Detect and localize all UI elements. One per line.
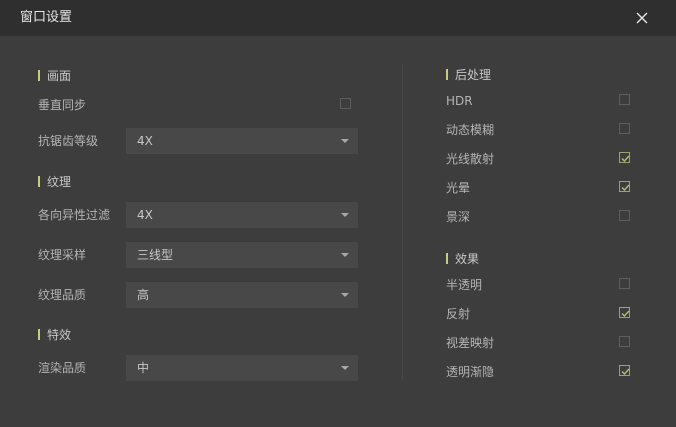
checkmark-icon xyxy=(621,184,630,192)
reflection-checkbox[interactable] xyxy=(619,307,630,318)
fx-item-label: 透明渐隐 xyxy=(446,365,495,379)
depth-of-field-checkbox[interactable] xyxy=(619,210,630,221)
parallax-mapping-checkbox[interactable] xyxy=(619,336,630,347)
caret-down-icon xyxy=(341,366,349,370)
anti-aliasing-value: 4X xyxy=(137,134,153,148)
vsync-checkbox[interactable] xyxy=(340,98,351,109)
render-quality-value: 中 xyxy=(137,361,150,375)
hdr-checkbox[interactable] xyxy=(619,94,630,105)
checkmark-icon xyxy=(621,155,630,163)
window-title: 窗口设置 xyxy=(20,10,73,25)
section-accent-bar xyxy=(446,253,448,264)
vsync-label: 垂直同步 xyxy=(38,98,87,112)
anti-aliasing-label: 抗锯齿等级 xyxy=(38,134,99,148)
anisotropic-filter-select[interactable]: 4X xyxy=(126,202,358,228)
close-button[interactable] xyxy=(632,8,652,28)
anisotropic-filter-label: 各向异性过滤 xyxy=(38,208,111,222)
section-accent-bar xyxy=(38,329,40,340)
bloom-checkbox[interactable] xyxy=(619,181,630,192)
alpha-fade-checkbox[interactable] xyxy=(619,365,630,376)
post-item-label: 景深 xyxy=(446,210,471,224)
section-effects-title: 特效 xyxy=(38,327,71,343)
texture-sampling-value: 三线型 xyxy=(137,248,174,262)
post-item-label: 光晕 xyxy=(446,181,471,195)
texture-quality-value: 高 xyxy=(137,288,150,302)
title-bar: 窗口设置 xyxy=(0,0,676,36)
motion-blur-checkbox[interactable] xyxy=(619,123,630,134)
anisotropic-filter-value: 4X xyxy=(137,208,153,222)
checkmark-icon xyxy=(621,368,630,376)
section-post-processing-title: 后处理 xyxy=(446,67,491,83)
caret-down-icon xyxy=(341,253,349,257)
post-item-label: 动态模糊 xyxy=(446,123,495,137)
section-accent-bar xyxy=(38,70,40,81)
texture-sampling-select[interactable]: 三线型 xyxy=(126,242,358,268)
caret-down-icon xyxy=(341,139,349,143)
texture-quality-select[interactable]: 高 xyxy=(126,282,358,308)
render-quality-select[interactable]: 中 xyxy=(126,355,358,381)
fx-item-label: 视差映射 xyxy=(446,336,495,350)
caret-down-icon xyxy=(341,213,349,217)
close-icon xyxy=(636,12,648,24)
column-divider xyxy=(402,64,403,380)
texture-quality-label: 纹理品质 xyxy=(38,288,87,302)
light-scattering-checkbox[interactable] xyxy=(619,152,630,163)
texture-sampling-label: 纹理采样 xyxy=(38,248,87,262)
section-texture-title: 纹理 xyxy=(38,174,71,190)
fx-item-label: 半透明 xyxy=(446,278,483,292)
section-accent-bar xyxy=(38,176,40,187)
checkmark-icon xyxy=(621,310,630,318)
fx-item-label: 反射 xyxy=(446,307,471,321)
translucency-checkbox[interactable] xyxy=(619,278,630,289)
post-item-label: 光线散射 xyxy=(446,152,495,166)
post-item-label: HDR xyxy=(446,94,473,108)
anti-aliasing-select[interactable]: 4X xyxy=(126,128,358,154)
section-fx-title: 效果 xyxy=(446,251,479,267)
settings-dialog: 窗口设置 画面 垂直同步 抗锯齿等级 4X 纹理 各向异性过滤 4X 纹理采样 … xyxy=(0,0,676,427)
section-accent-bar xyxy=(446,69,448,80)
render-quality-label: 渲染品质 xyxy=(38,361,87,375)
section-display-title: 画面 xyxy=(38,68,71,84)
caret-down-icon xyxy=(341,293,349,297)
